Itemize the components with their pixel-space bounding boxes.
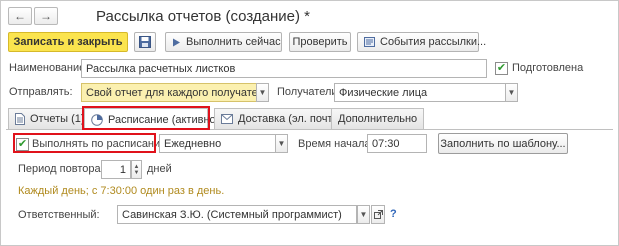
envelope-icon: [221, 114, 233, 124]
recipients-field[interactable]: Физические лица: [334, 83, 506, 102]
send-mode-dropdown-button[interactable]: ▼: [256, 83, 269, 102]
back-arrow-icon: ←: [14, 9, 26, 23]
responsible-field[interactable]: Савинская З.Ю. (Системный программист): [117, 205, 357, 224]
schedule-checkbox-highlight: [13, 133, 156, 153]
back-button[interactable]: ←: [8, 7, 32, 25]
document-icon: [15, 113, 25, 125]
forward-arrow-icon: →: [40, 9, 52, 23]
responsible-open-button[interactable]: [371, 205, 385, 224]
repeat-period-label: Период повтора:: [18, 163, 104, 175]
mailing-events-button[interactable]: События рассылки...: [357, 32, 486, 52]
name-label: Наименование:: [9, 62, 89, 74]
responsible-dropdown-button[interactable]: ▼: [357, 205, 370, 224]
start-time-field[interactable]: 07:30: [367, 134, 427, 153]
floppy-disk-icon: [139, 36, 151, 48]
events-list-icon: [364, 37, 375, 47]
repeat-period-field[interactable]: 1: [101, 160, 131, 179]
start-time-label: Время начала:: [298, 138, 374, 150]
report-mailing-window: ← → Рассылка отчетов (создание) * Записа…: [0, 0, 619, 246]
save-button[interactable]: [134, 32, 156, 52]
name-field[interactable]: Рассылка расчетных листков: [81, 59, 487, 78]
open-link-icon: [373, 210, 383, 219]
save-and-close-button[interactable]: Записать и закрыть: [8, 32, 128, 52]
check-button[interactable]: Проверить: [289, 32, 351, 52]
frequency-select[interactable]: Ежедневно: [159, 134, 276, 153]
send-label: Отправлять:: [9, 86, 73, 98]
chevron-down-icon: ▼: [359, 210, 368, 219]
chevron-down-icon: ▼: [133, 169, 140, 176]
chevron-down-icon: ▼: [277, 139, 286, 148]
tab-delivery[interactable]: Доставка (эл. почта): [214, 108, 350, 129]
page-title: Рассылка отчетов (создание) *: [96, 8, 310, 25]
chevron-down-icon: ▼: [507, 88, 516, 97]
forward-button[interactable]: →: [34, 7, 58, 25]
run-now-button[interactable]: Выполнить сейчас: [165, 32, 282, 52]
frequency-dropdown-button[interactable]: ▼: [275, 134, 288, 153]
play-icon: [172, 38, 181, 47]
send-mode-select[interactable]: Свой отчет для каждого получателя: [81, 83, 257, 102]
schedule-summary-text: Каждый день; с 7:30:00 один раз в день.: [18, 185, 225, 197]
recipients-label: Получатели:: [277, 86, 341, 98]
chevron-down-icon: ▼: [258, 88, 267, 97]
tab-reports[interactable]: Отчеты (1): [8, 108, 92, 129]
recipients-dropdown-button[interactable]: ▼: [505, 83, 518, 102]
schedule-tab-highlight: [82, 106, 210, 130]
checkmark-icon: ✔: [496, 62, 507, 74]
help-icon[interactable]: ?: [390, 208, 397, 220]
responsible-label: Ответственный:: [18, 209, 100, 221]
prepared-label: Подготовлена: [512, 62, 584, 74]
repeat-period-spinner[interactable]: ▲ ▼: [131, 160, 142, 179]
prepared-checkbox[interactable]: ✔: [495, 62, 508, 75]
repeat-unit-label: дней: [147, 163, 172, 175]
tab-additional[interactable]: Дополнительно: [331, 108, 425, 129]
fill-by-template-button[interactable]: Заполнить по шаблону...: [438, 133, 568, 154]
